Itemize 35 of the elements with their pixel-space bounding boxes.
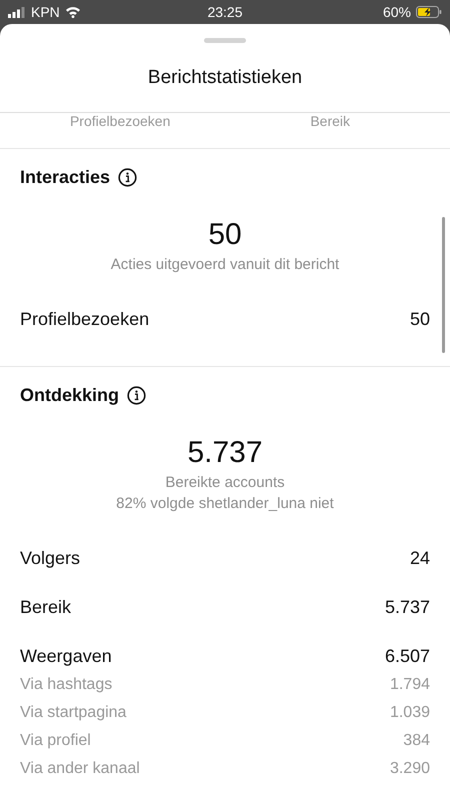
signal-icon xyxy=(8,6,26,18)
metric-label: Via hashtags xyxy=(20,676,112,694)
total-number: 50 xyxy=(207,218,243,252)
battery-percentage: 60% xyxy=(382,4,411,20)
wifi-icon xyxy=(64,6,81,18)
metric-value: 6.507 xyxy=(384,646,430,667)
drag-handle[interactable] xyxy=(204,38,246,43)
total-number: 5.737 xyxy=(186,436,264,470)
section-heading: Interacties xyxy=(20,167,110,188)
info-icon[interactable] xyxy=(118,168,138,187)
stat-label: Bereik xyxy=(310,113,350,129)
carrier-name: KPN xyxy=(31,4,60,20)
stat-label: Profielbezoeken xyxy=(70,113,170,129)
metric-value: 5.737 xyxy=(384,597,430,618)
battery-charging-icon xyxy=(416,6,442,18)
info-icon[interactable] xyxy=(127,386,146,405)
total-caption: 82% volgde shetlander_luna niet xyxy=(115,495,335,512)
metric-value: 3.290 xyxy=(390,760,430,778)
metric-label: Bereik xyxy=(20,597,72,618)
metric-label: Via profiel xyxy=(20,732,91,750)
metric-value: 1.794 xyxy=(390,676,430,694)
metric-label: Volgers xyxy=(20,548,80,569)
clock-time: 23:25 xyxy=(207,4,243,20)
metric-label: Via ander kanaal xyxy=(20,760,140,778)
sheet-title: Berichtstatistieken xyxy=(0,29,450,113)
metric-value: 50 xyxy=(410,309,430,330)
metric-label: Via startpagina xyxy=(20,704,126,722)
metric-label: Profielbezoeken xyxy=(20,309,150,330)
metric-label: Weergaven xyxy=(20,646,112,667)
total-caption: Bereikte accounts xyxy=(164,474,286,491)
metric-value: 1.039 xyxy=(390,704,430,722)
total-caption: Acties uitgevoerd vanuit dit bericht xyxy=(110,256,340,273)
section-heading: Ontdekking xyxy=(20,385,120,406)
metric-value: 384 xyxy=(403,732,430,750)
metric-value: 24 xyxy=(410,548,430,569)
